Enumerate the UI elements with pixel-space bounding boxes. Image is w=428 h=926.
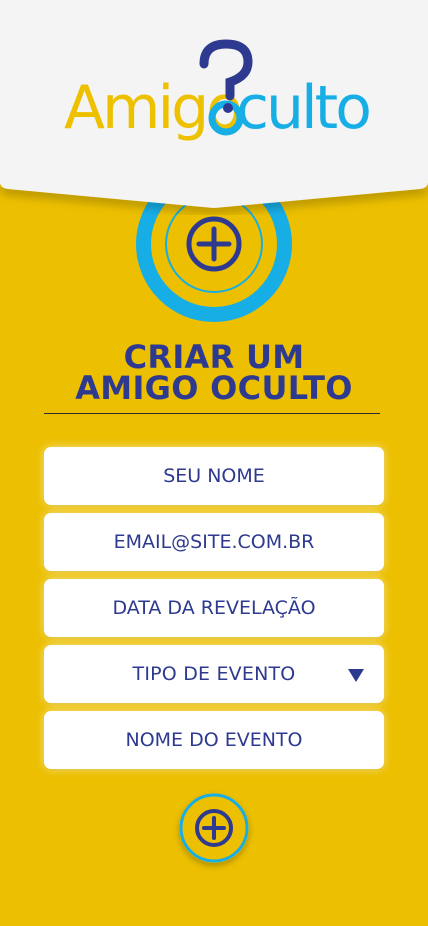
event-type-selected-value: TIPO DE EVENTO bbox=[132, 663, 296, 685]
title-divider bbox=[44, 413, 380, 414]
name-field[interactable] bbox=[44, 446, 384, 506]
triangle-down-icon[interactable] bbox=[348, 669, 364, 682]
reveal-date-field[interactable] bbox=[44, 578, 384, 638]
event-type-select[interactable]: TIPO DE EVENTO bbox=[44, 645, 384, 703]
add-button[interactable] bbox=[179, 793, 249, 863]
name-input[interactable] bbox=[44, 446, 384, 506]
page-title-line2: AMIGO OCULTO bbox=[75, 369, 353, 407]
logo-question-mark-icon bbox=[199, 39, 253, 136]
event-name-input[interactable] bbox=[44, 710, 384, 770]
reveal-date-input[interactable] bbox=[44, 578, 384, 638]
page-title: CRIAR UM AMIGO OCULTO bbox=[0, 341, 428, 407]
email-field[interactable] bbox=[44, 512, 384, 572]
plus-circle-icon bbox=[179, 793, 249, 863]
logo: Amigo culto bbox=[0, 0, 428, 170]
email-input[interactable] bbox=[44, 512, 384, 572]
event-name-field[interactable] bbox=[44, 710, 384, 770]
